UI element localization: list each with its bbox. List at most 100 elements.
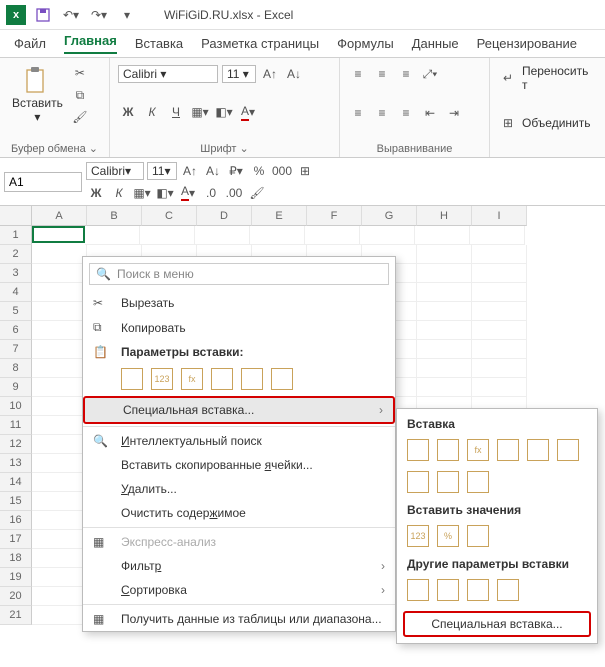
mini-italic[interactable]: К (109, 183, 129, 203)
menu-insert-copied[interactable]: Вставить скопированные ячейки... (83, 453, 395, 477)
align-center-icon[interactable]: ≡ (372, 103, 392, 123)
underline-button[interactable]: Ч (166, 102, 186, 122)
cell[interactable] (470, 226, 525, 245)
menu-delete[interactable]: Удалить... (83, 477, 395, 501)
menu-search[interactable]: 🔍 Поиск в меню (89, 263, 389, 285)
col-head[interactable]: H (417, 206, 472, 226)
tab-file[interactable]: Файл (14, 36, 46, 51)
paste-option-icon[interactable]: fx (181, 368, 203, 390)
paste-option-icon[interactable] (437, 471, 459, 493)
row-head[interactable]: 18 (0, 549, 32, 568)
mini-bold[interactable]: Ж (86, 183, 106, 203)
col-head[interactable]: B (87, 206, 142, 226)
undo-icon[interactable]: ↶▾ (60, 4, 82, 26)
align-top-icon[interactable]: ≡ (348, 64, 368, 84)
mini-percent-icon[interactable]: % (249, 161, 269, 181)
row-head[interactable]: 17 (0, 530, 32, 549)
cell[interactable] (472, 340, 527, 359)
row-head[interactable]: 19 (0, 568, 32, 587)
italic-button[interactable]: К (142, 102, 162, 122)
col-head[interactable]: G (362, 206, 417, 226)
paste-option-icon[interactable] (211, 368, 233, 390)
tab-review[interactable]: Рецензирование (477, 36, 577, 51)
cell[interactable] (472, 321, 527, 340)
mini-decrease-decimal-icon[interactable]: .0 (201, 183, 221, 203)
menu-sort[interactable]: Сортировка› (83, 578, 395, 602)
row-head[interactable]: 7 (0, 340, 32, 359)
indent-left-icon[interactable]: ⇤ (420, 103, 440, 123)
fill-color-icon[interactable]: ◧▾ (214, 102, 234, 122)
paste-option-icon[interactable]: 123 (151, 368, 173, 390)
paste-option-icon[interactable] (241, 368, 263, 390)
name-box[interactable] (4, 172, 82, 192)
cell[interactable] (195, 226, 250, 245)
row-head[interactable]: 15 (0, 492, 32, 511)
paste-option-icon[interactable] (467, 525, 489, 547)
cell[interactable] (32, 435, 87, 454)
row-head[interactable]: 13 (0, 454, 32, 473)
paste-option-icon[interactable]: % (437, 525, 459, 547)
cut-icon[interactable]: ✂ (71, 64, 89, 82)
cell[interactable] (32, 340, 87, 359)
align-bottom-icon[interactable]: ≡ (396, 64, 416, 84)
paste-option-icon[interactable]: 123 (407, 525, 429, 547)
cell[interactable] (32, 606, 87, 625)
cell[interactable] (140, 226, 195, 245)
cell[interactable] (32, 245, 87, 264)
mini-shrink-font-icon[interactable]: A↓ (203, 161, 223, 181)
row-head[interactable]: 1 (0, 226, 32, 245)
indent-right-icon[interactable]: ⇥ (444, 103, 464, 123)
cell[interactable] (32, 397, 87, 416)
paste-option-icon[interactable] (467, 471, 489, 493)
row-head[interactable]: 10 (0, 397, 32, 416)
format-painter-icon[interactable]: 🖌 (71, 108, 89, 126)
row-head[interactable]: 11 (0, 416, 32, 435)
cell[interactable] (417, 340, 472, 359)
bold-button[interactable]: Ж (118, 102, 138, 122)
menu-clear[interactable]: Очистить содержимое (83, 501, 395, 525)
menu-filter[interactable]: Фильтр› (83, 554, 395, 578)
paste-option-icon[interactable] (271, 368, 293, 390)
cell[interactable] (85, 226, 140, 245)
paste-option-icon[interactable] (407, 579, 429, 601)
cell[interactable] (360, 226, 415, 245)
cell[interactable] (472, 359, 527, 378)
mini-fontcolor-icon[interactable]: A▾ (178, 183, 198, 203)
row-head[interactable]: 12 (0, 435, 32, 454)
tab-insert[interactable]: Вставка (135, 36, 183, 51)
cell[interactable] (32, 283, 87, 302)
increase-font-icon[interactable]: A↑ (260, 64, 280, 84)
cell[interactable] (417, 302, 472, 321)
save-icon[interactable] (32, 4, 54, 26)
cell[interactable] (415, 226, 470, 245)
cell[interactable] (472, 378, 527, 397)
cell[interactable] (472, 264, 527, 283)
cell[interactable] (32, 454, 87, 473)
row-head[interactable]: 2 (0, 245, 32, 264)
cell[interactable] (417, 245, 472, 264)
cell[interactable] (32, 416, 87, 435)
col-head[interactable]: A (32, 206, 87, 226)
mini-font-name[interactable]: Calibri▾ (86, 162, 144, 180)
cell[interactable] (472, 283, 527, 302)
paste-option-icon[interactable] (557, 439, 579, 461)
menu-cut[interactable]: ✂Вырезать (83, 291, 395, 315)
wrap-text-label[interactable]: Переносить т (522, 64, 597, 92)
row-head[interactable]: 5 (0, 302, 32, 321)
tab-home[interactable]: Главная (64, 33, 117, 54)
cell[interactable] (32, 302, 87, 321)
cell[interactable] (32, 511, 87, 530)
paste-option-icon[interactable] (497, 439, 519, 461)
paste-option-icon[interactable] (407, 471, 429, 493)
borders-icon[interactable]: ▦▾ (190, 102, 210, 122)
menu-get-table-data[interactable]: ▦Получить данные из таблицы или диапазон… (83, 607, 395, 631)
align-middle-icon[interactable]: ≡ (372, 64, 392, 84)
paste-option-icon[interactable] (437, 439, 459, 461)
cell[interactable] (32, 549, 87, 568)
align-right-icon[interactable]: ≡ (396, 103, 416, 123)
paste-option-icon[interactable] (437, 579, 459, 601)
decrease-font-icon[interactable]: A↓ (284, 64, 304, 84)
paste-option-icon[interactable] (121, 368, 143, 390)
row-head[interactable]: 6 (0, 321, 32, 340)
row-head[interactable]: 16 (0, 511, 32, 530)
